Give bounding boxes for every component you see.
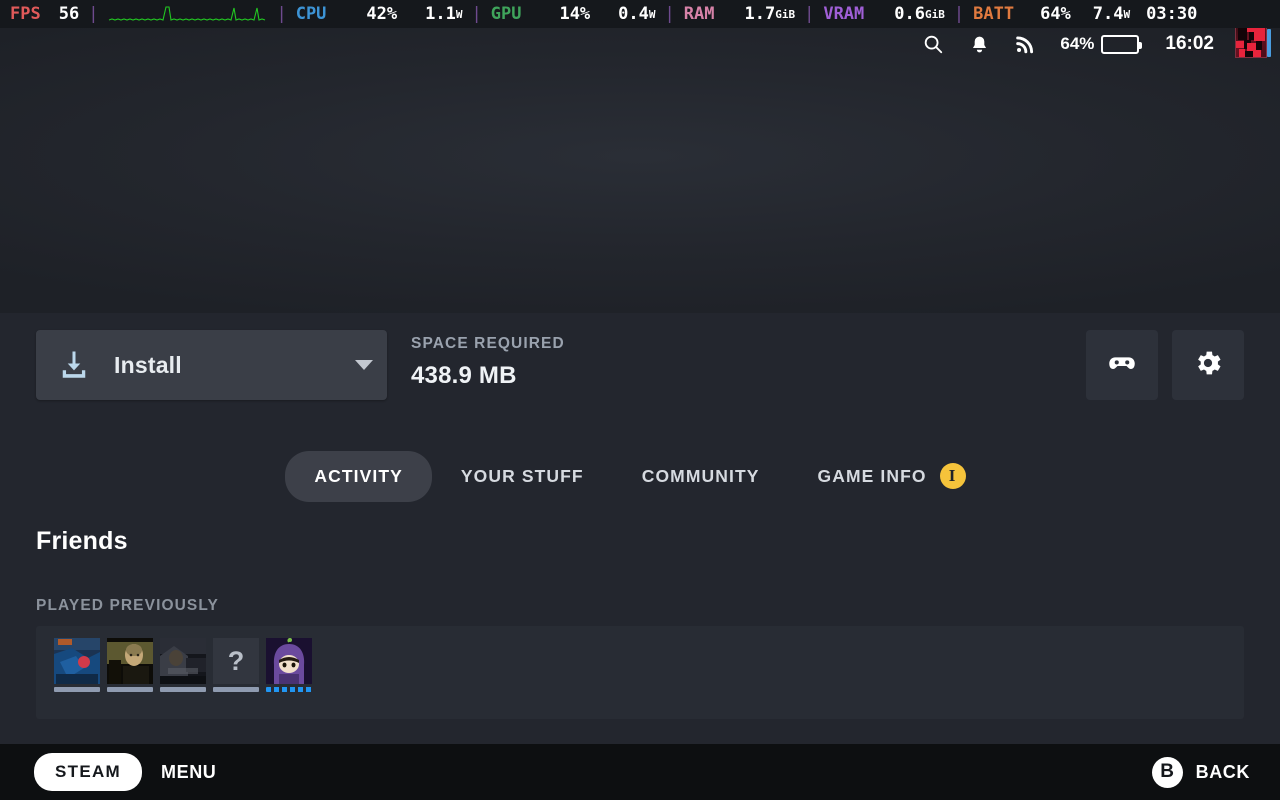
avatar-image <box>1236 27 1266 57</box>
friend-avatar-1 <box>54 638 100 684</box>
back-label: BACK <box>1195 761 1250 782</box>
performance-overlay-bar: FPS 56 | | CPU 42% 1.1 W | GPU 14% 0.4 W… <box>0 0 1280 28</box>
tab-activity-label: ACTIVITY <box>314 465 403 486</box>
tab-community[interactable]: COMMUNITY <box>613 451 789 502</box>
gamepad-icon <box>1105 346 1139 385</box>
friend-avatar-5 <box>266 638 312 684</box>
friend-status-bar-online <box>266 687 312 692</box>
tab-game-info-label: GAME INFO <box>817 465 927 486</box>
friend-status-bar <box>107 687 153 692</box>
batt-watts: 7.4 <box>1092 4 1124 24</box>
space-required-block: SPACE REQUIRED 438.9 MB <box>411 335 565 390</box>
divider: | <box>664 4 675 24</box>
vram-unit: GiB <box>925 7 945 21</box>
system-tray: 64% 16:02 <box>0 27 1280 61</box>
vram-value: 0.6 <box>894 4 925 24</box>
wifi-icon[interactable] <box>1002 28 1048 60</box>
batt-time-remaining: 03:30 <box>1146 4 1198 24</box>
divider: | <box>88 4 99 24</box>
game-detail-main: Install SPACE REQUIRED 438.9 MB ACTIVITY… <box>0 313 1280 744</box>
batt-watt-unit: W <box>1123 7 1131 21</box>
back-control[interactable]: B BACK <box>1151 756 1250 788</box>
vram-label: VRAM <box>823 4 865 24</box>
gpu-percent: 14% <box>559 4 591 24</box>
friend-status-bar <box>213 687 259 692</box>
list-item[interactable] <box>266 638 312 692</box>
friends-panel: ? <box>36 626 1244 719</box>
gpu-watts: 0.4 <box>618 4 649 24</box>
list-item[interactable] <box>107 638 153 692</box>
bell-icon[interactable] <box>956 28 1002 60</box>
played-previously-label: PLAYED PREVIOUSLY <box>36 597 219 614</box>
tab-bar: ACTIVITY YOUR STUFF COMMUNITY GAME INFO … <box>0 448 1280 504</box>
install-button[interactable]: Install <box>36 330 387 400</box>
controller-config-button[interactable] <box>1086 330 1158 400</box>
ram-label: RAM <box>683 4 715 24</box>
friend-avatar-4: ? <box>213 638 259 684</box>
chevron-down-icon[interactable] <box>355 360 373 370</box>
frametime-graph <box>109 6 266 21</box>
batt-label: BATT <box>973 4 1015 24</box>
search-icon[interactable] <box>910 28 956 60</box>
cpu-watt-unit: W <box>455 7 463 21</box>
action-row: Install SPACE REQUIRED 438.9 MB <box>0 330 1280 418</box>
tab-game-info[interactable]: GAME INFO i <box>789 448 995 504</box>
fps-label: FPS <box>10 4 41 24</box>
menu-label: MENU <box>161 761 217 782</box>
battery-icon <box>1101 34 1143 54</box>
divider: | <box>953 4 965 24</box>
list-item[interactable] <box>54 638 100 692</box>
space-required-value: 438.9 MB <box>411 362 517 389</box>
steam-button[interactable]: STEAM <box>34 753 142 791</box>
tab-your-stuff-label: YOUR STUFF <box>460 465 584 486</box>
b-button-icon: B <box>1151 756 1183 788</box>
cpu-percent: 42% <box>366 4 398 24</box>
avatar-online-status <box>1267 29 1271 57</box>
install-button-label: Install <box>114 351 182 378</box>
divider: | <box>804 4 815 24</box>
cpu-watts: 1.1 <box>425 4 456 24</box>
list-item[interactable]: ? <box>213 638 259 692</box>
cpu-label: CPU <box>295 4 327 24</box>
friend-status-bar <box>160 687 206 692</box>
avatar-placeholder: ? <box>213 638 259 684</box>
divider: | <box>276 4 287 24</box>
tab-your-stuff[interactable]: YOUR STUFF <box>432 451 613 502</box>
download-icon <box>56 347 92 383</box>
fps-value: 56 <box>58 4 80 24</box>
batt-percent: 64% <box>1040 4 1071 24</box>
list-item[interactable] <box>160 638 206 692</box>
battery-indicator[interactable]: 64% <box>1060 34 1143 54</box>
tab-activity[interactable]: ACTIVITY <box>285 450 432 502</box>
clock: 16:02 <box>1165 33 1214 54</box>
gear-icon <box>1192 347 1224 384</box>
footer-bar: STEAM MENU B BACK <box>0 744 1280 800</box>
friends-heading: Friends <box>36 527 128 555</box>
space-required-label: SPACE REQUIRED <box>411 335 565 352</box>
ram-unit: GiB <box>775 7 796 21</box>
friend-avatar-3 <box>160 638 206 684</box>
tab-community-label: COMMUNITY <box>641 465 760 486</box>
friend-avatar-list: ? <box>36 626 1244 692</box>
settings-button[interactable] <box>1172 330 1244 400</box>
ram-value: 1.7 <box>744 4 776 24</box>
gpu-watt-unit: W <box>648 7 656 21</box>
game-hero-banner <box>0 28 1280 313</box>
battery-percent: 64% <box>1060 34 1095 53</box>
info-badge-icon[interactable]: i <box>939 463 966 489</box>
gpu-label: GPU <box>490 4 522 24</box>
friend-status-bar <box>54 687 100 692</box>
divider: | <box>471 4 482 24</box>
avatar[interactable] <box>1236 27 1271 61</box>
friend-avatar-2 <box>107 638 153 684</box>
